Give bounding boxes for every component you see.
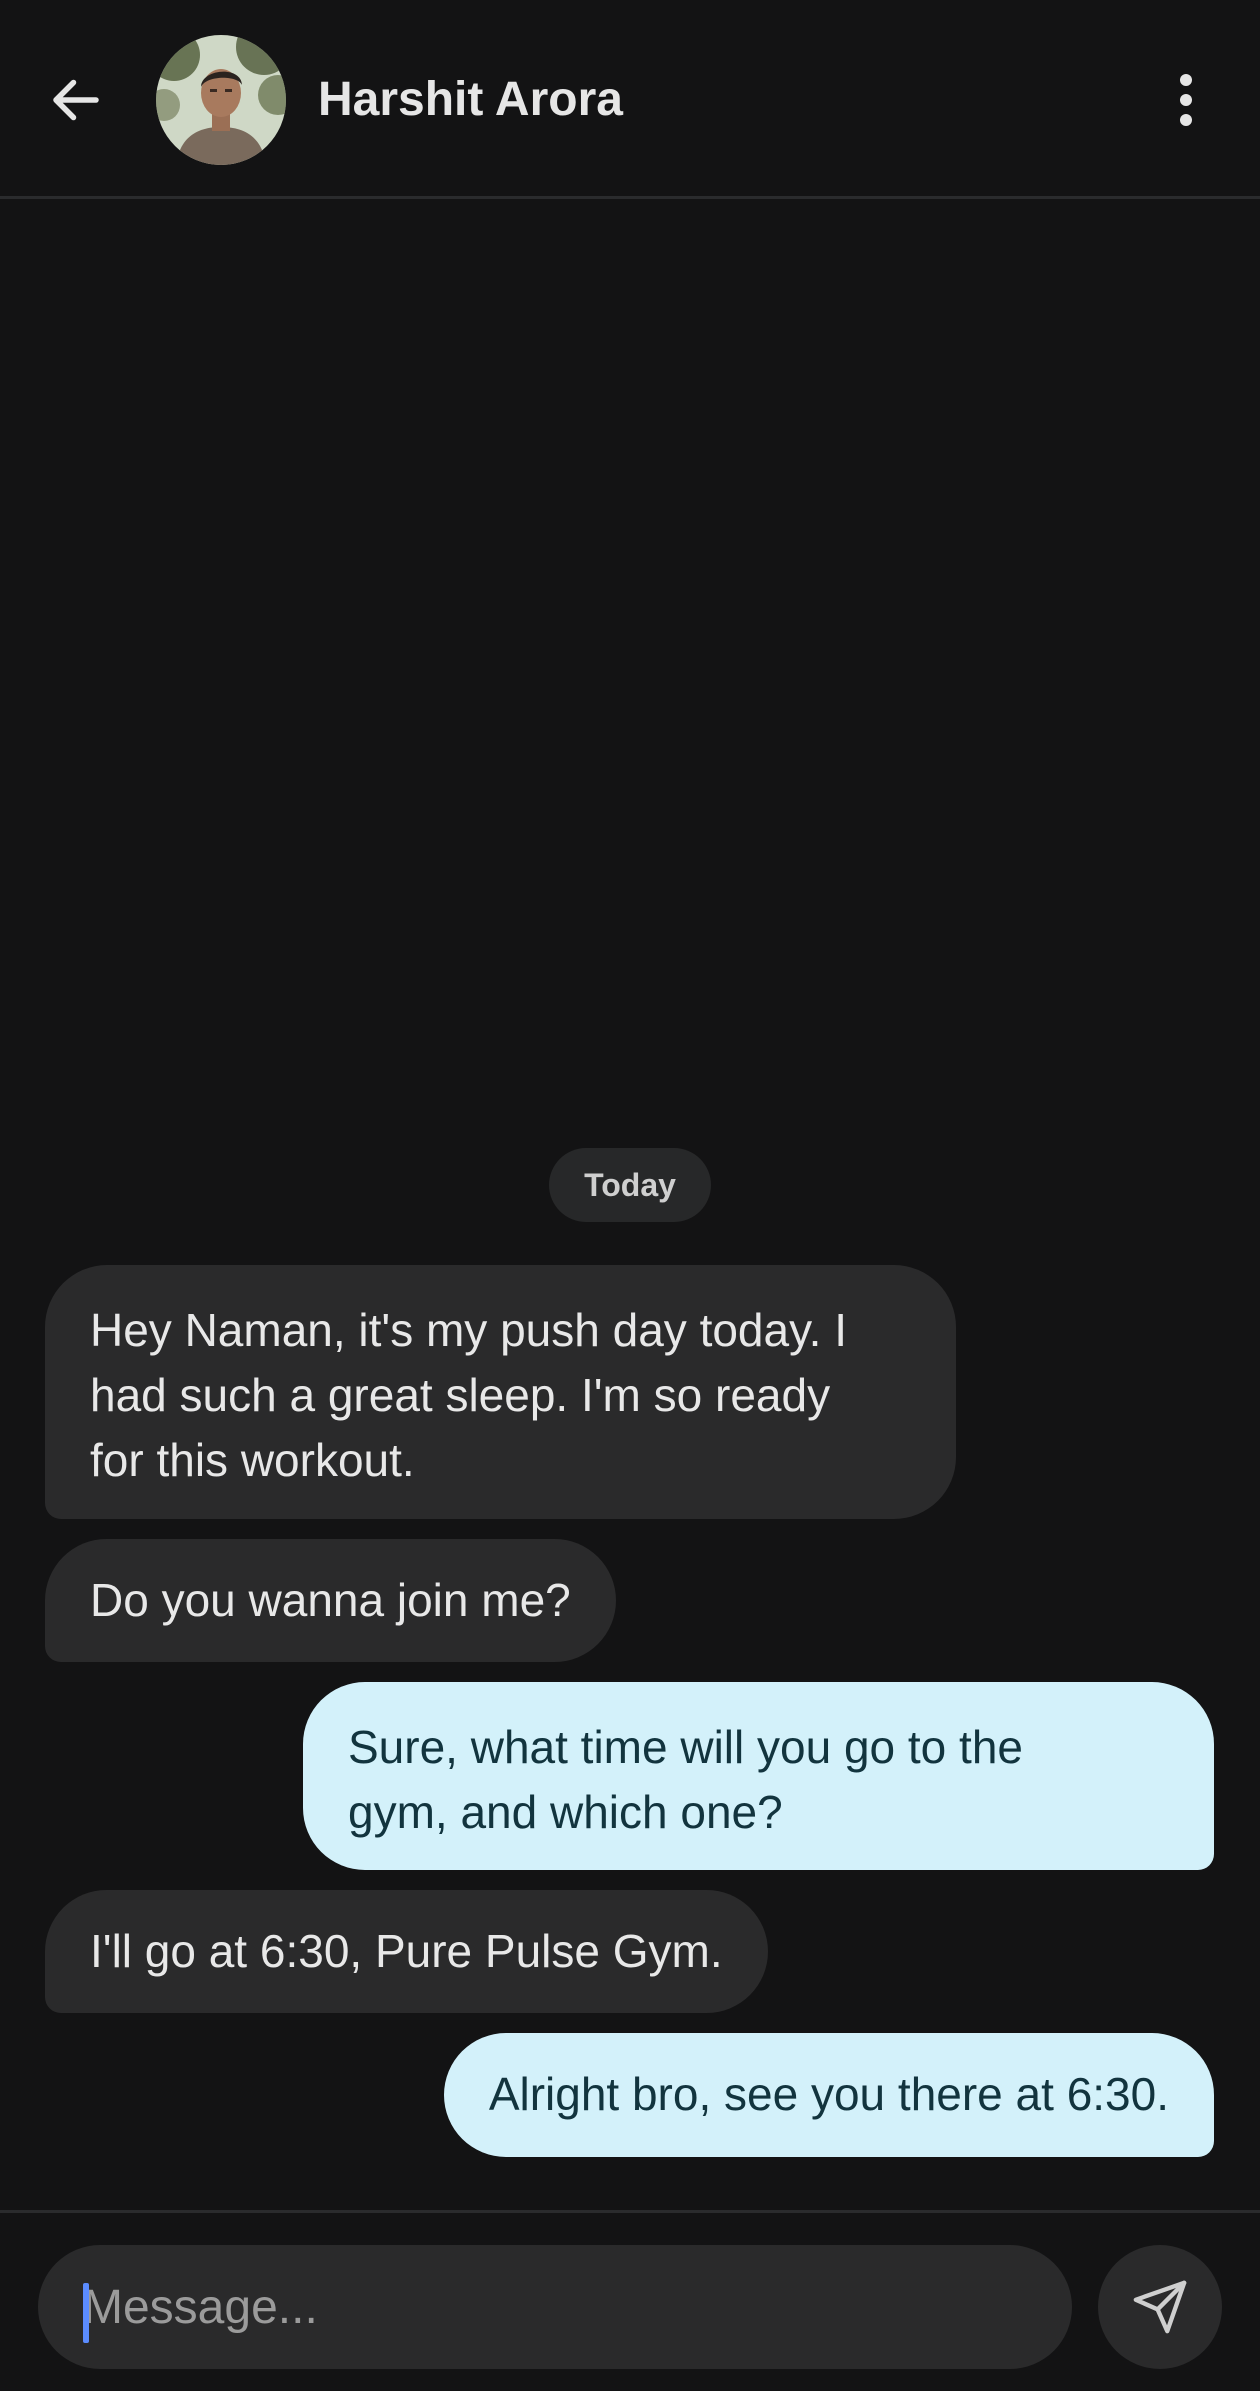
incoming-message[interactable]: I'll go at 6:30, Pure Pulse Gym. xyxy=(45,1890,768,2013)
chat-header: Harshit Arora xyxy=(0,0,1260,199)
incoming-message[interactable]: Hey Naman, it's my push day today. I had… xyxy=(45,1265,956,1519)
message-input[interactable] xyxy=(38,2245,1072,2369)
avatar-photo xyxy=(156,35,286,165)
more-options-button[interactable] xyxy=(1152,60,1220,140)
incoming-message[interactable]: Do you wanna join me? xyxy=(45,1539,616,1662)
contact-name[interactable]: Harshit Arora xyxy=(318,72,623,128)
avatar[interactable] xyxy=(156,35,286,165)
outgoing-message[interactable]: Sure, what time will you go to the gym, … xyxy=(303,1682,1214,1870)
chat-screen: Harshit Arora Today Hey Naman, it's my p… xyxy=(0,0,1260,2391)
message-composer xyxy=(0,2210,1260,2391)
send-icon xyxy=(1133,2280,1187,2334)
text-caret xyxy=(83,2283,89,2343)
back-button[interactable] xyxy=(38,62,114,138)
date-separator: Today xyxy=(549,1148,711,1222)
arrow-left-icon xyxy=(53,79,99,121)
outgoing-message[interactable]: Alright bro, see you there at 6:30. xyxy=(443,2033,1214,2157)
send-button[interactable] xyxy=(1098,2245,1222,2369)
more-vertical-icon xyxy=(1180,74,1192,126)
